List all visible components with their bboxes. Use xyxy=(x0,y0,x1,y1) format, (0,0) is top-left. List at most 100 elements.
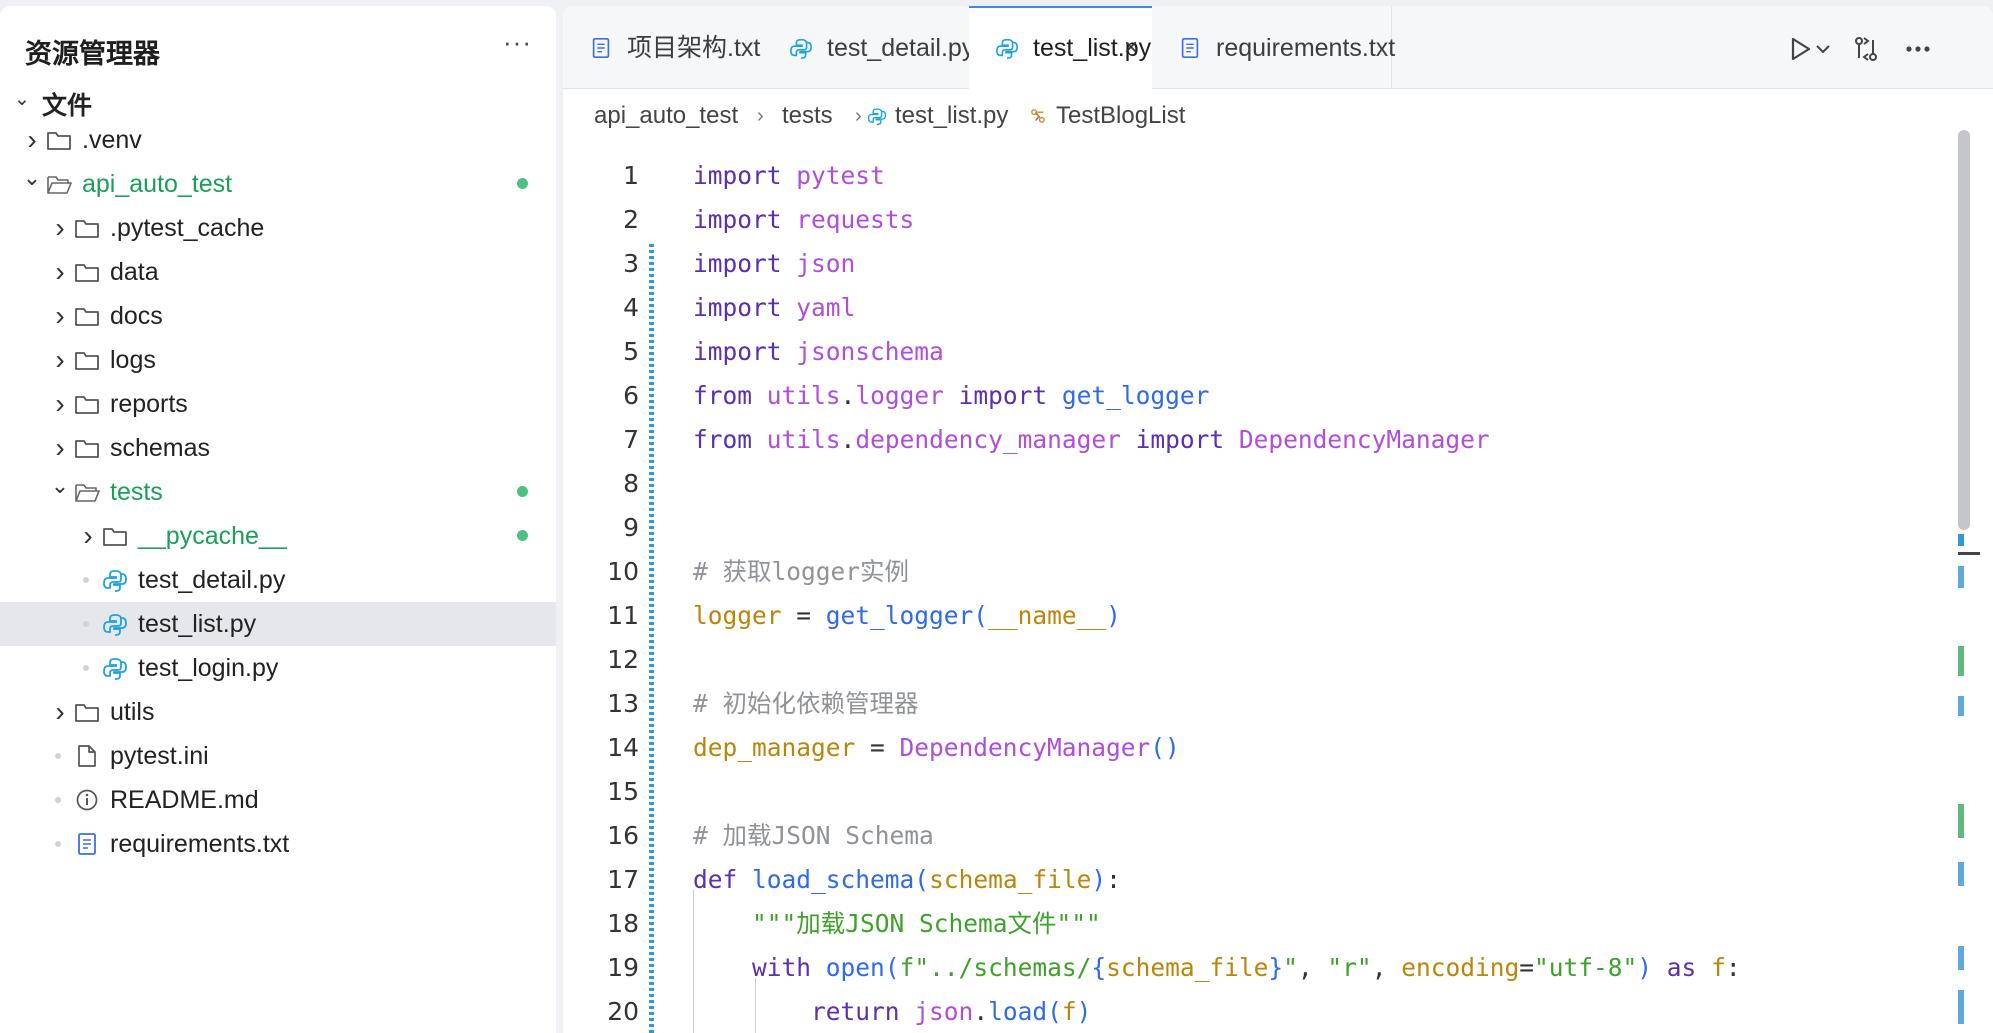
compare-changes-icon[interactable] xyxy=(1851,34,1881,64)
code-line[interactable]: 7 from utils.dependency_manager import De… xyxy=(563,418,1963,462)
chevron-down-icon[interactable]: ⌄ xyxy=(50,464,70,508)
code-line[interactable]: 18 """加载JSON Schema文件""" xyxy=(563,902,1963,946)
python-icon xyxy=(867,108,887,126)
tree-item-pycache[interactable]: › __pycache__ xyxy=(0,514,556,558)
chevron-right-icon[interactable]: › xyxy=(50,338,70,382)
tree-item-utils[interactable]: › utils xyxy=(0,690,556,734)
tree-item-test-list-py[interactable]: test_list.py xyxy=(0,602,556,646)
line-number: 5 xyxy=(623,337,639,366)
line-number: 4 xyxy=(623,293,639,322)
code-token: f xyxy=(1061,997,1077,1026)
breadcrumb-separator: › xyxy=(855,105,862,127)
code-token: = xyxy=(781,601,826,630)
run-options-chevron-down-icon[interactable] xyxy=(1813,34,1833,64)
tree-item-api-auto-test[interactable]: ⌄ api_auto_test xyxy=(0,162,556,206)
code-line[interactable]: 15 xyxy=(563,770,1963,814)
code-token: : xyxy=(1725,953,1741,982)
tree-item-label: README.md xyxy=(110,786,259,814)
chevron-right-icon[interactable]: › xyxy=(50,690,70,734)
code-token: as xyxy=(1666,953,1697,982)
folder-icon xyxy=(47,132,71,150)
code-text: # 获取logger实例 xyxy=(693,550,909,594)
code-line[interactable]: 10 # 获取logger实例 xyxy=(563,550,1963,594)
tree-item-test-detail-py[interactable]: test_detail.py xyxy=(0,558,556,602)
chevron-down-icon[interactable]: ⌄ xyxy=(22,156,42,200)
minimap-change-marker xyxy=(1958,534,1964,546)
tree-bullet xyxy=(55,841,61,847)
tree-item-pytest-ini[interactable]: pytest.ini xyxy=(0,734,556,778)
chevron-right-icon[interactable]: › xyxy=(50,250,70,294)
tab-requirements-txt[interactable]: requirements.txt xyxy=(1152,6,1395,88)
line-number: 12 xyxy=(607,645,639,674)
code-line[interactable]: 9 xyxy=(563,506,1963,550)
code-token: import xyxy=(958,381,1048,410)
line-number: 2 xyxy=(623,205,639,234)
breadcrumb-item[interactable]: test_list.py xyxy=(895,88,1008,144)
line-number: 6 xyxy=(623,381,639,410)
tree-item-requirements-txt[interactable]: requirements.txt xyxy=(0,822,556,866)
code-line[interactable]: 17 def load_schema(schema_file): xyxy=(563,858,1963,902)
code-line[interactable]: 1 import pytest xyxy=(563,154,1963,198)
breadcrumb-item[interactable]: api_auto_test xyxy=(594,88,738,144)
tree-item-pytest-cache[interactable]: › .pytest_cache xyxy=(0,206,556,250)
more-actions-button[interactable]: ··· xyxy=(503,29,532,55)
code-line[interactable]: 4 import yaml xyxy=(563,286,1963,330)
tab-test-detail-py[interactable]: test_detail.py xyxy=(763,6,974,88)
tree-bullet xyxy=(83,621,89,627)
chevron-right-icon[interactable]: › xyxy=(50,382,70,426)
code-token: f xyxy=(1711,953,1726,982)
tree-bullet xyxy=(55,753,61,759)
vertical-scrollbar[interactable] xyxy=(1958,130,1970,530)
code-line[interactable]: 8 xyxy=(563,462,1963,506)
code-line[interactable]: 6 from utils.logger import get_logger xyxy=(563,374,1963,418)
tab-test-list-py[interactable]: test_list.py × xyxy=(969,6,1153,89)
line-number: 3 xyxy=(623,249,639,278)
tree-item-schemas[interactable]: › schemas xyxy=(0,426,556,470)
code-line[interactable]: 14 dep_manager = DependencyManager() xyxy=(563,726,1963,770)
run-icon[interactable] xyxy=(1785,34,1815,64)
close-icon[interactable]: × xyxy=(1124,8,1138,88)
code-text: # 初始化依赖管理器 xyxy=(693,682,919,726)
code-editor[interactable]: 1 import pytest 2 import requests 3 import js… xyxy=(563,154,1963,1033)
tree-item-label: requirements.txt xyxy=(110,830,290,858)
tree-item-logs[interactable]: › logs xyxy=(0,338,556,382)
code-token: """加载JSON Schema文件""" xyxy=(752,909,1101,938)
tree-item-test-login-py[interactable]: test_login.py xyxy=(0,646,556,690)
breadcrumb-item[interactable]: tests xyxy=(782,88,833,144)
chevron-right-icon[interactable]: › xyxy=(50,294,70,338)
chevron-down-icon[interactable]: ⌄ xyxy=(12,78,32,122)
code-line[interactable]: 13 # 初始化依赖管理器 xyxy=(563,682,1963,726)
code-line[interactable]: 12 xyxy=(563,638,1963,682)
chevron-right-icon[interactable]: › xyxy=(50,206,70,250)
code-line[interactable]: 19 with open(f"../schemas/{schema_file}"… xyxy=(563,946,1963,990)
code-token: import xyxy=(693,293,782,322)
folder-icon xyxy=(75,308,99,326)
code-line[interactable]: 16 # 加载JSON Schema xyxy=(563,814,1963,858)
line-number: 19 xyxy=(607,953,639,982)
code-token: ( xyxy=(884,953,900,982)
breadcrumb-item[interactable]: TestBlogList xyxy=(1056,88,1185,144)
tree-item-venv[interactable]: › .venv xyxy=(0,118,556,162)
text-file-icon xyxy=(1181,37,1199,59)
tree-item-README-md[interactable]: README.md xyxy=(0,778,556,822)
chevron-right-icon[interactable]: › xyxy=(78,514,98,558)
code-line[interactable]: 2 import requests xyxy=(563,198,1963,242)
tree-item-data[interactable]: › data xyxy=(0,250,556,294)
code-line[interactable]: 3 import json xyxy=(563,242,1963,286)
code-line[interactable]: 5 import jsonschema xyxy=(563,330,1963,374)
tab-txt[interactable]: 项目架构.txt xyxy=(563,6,764,88)
code-token: get_logger xyxy=(1061,381,1210,410)
editor-panel: 项目架构.txt test_detail.py test_list.py × requi… xyxy=(563,6,1993,1033)
code-line[interactable]: 11 logger = get_logger(__name__) xyxy=(563,594,1963,638)
tree-item-tests[interactable]: ⌄ tests xyxy=(0,470,556,514)
line-number: 11 xyxy=(607,601,639,630)
code-line[interactable]: 20 return json.load(f) xyxy=(563,990,1963,1033)
text-file-icon xyxy=(78,833,96,855)
tree-item-label: logs xyxy=(110,346,156,374)
more-icon[interactable] xyxy=(1903,34,1933,64)
tree-item-docs[interactable]: › docs xyxy=(0,294,556,338)
tree-item-reports[interactable]: › reports xyxy=(0,382,556,426)
